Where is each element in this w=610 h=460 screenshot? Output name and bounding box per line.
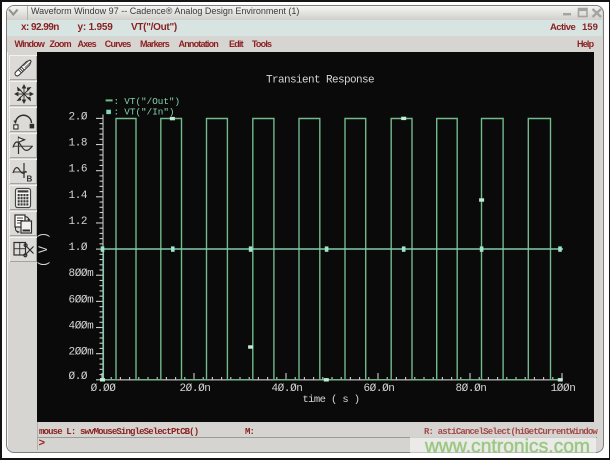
svg-text:VT("/In"): VT("/In") [124,107,174,118]
svg-text:8ØØm: 8ØØm [69,268,95,280]
svg-text:4Ø.Øn: 4Ø.Øn [271,383,302,395]
svg-text:1.8: 1.8 [69,138,88,150]
svg-text:www.cntronics.com: www.cntronics.com [424,437,590,458]
svg-text:B: B [26,175,32,184]
svg-text:2Ø.Øn: 2Ø.Øn [179,383,210,395]
svg-text:1.Ø: 1.Ø [69,242,88,254]
svg-text:1ØØn: 1ØØn [551,383,576,395]
svg-text:1.2: 1.2 [69,216,88,228]
svg-text:VT("/Out"): VT("/Out") [124,96,180,107]
svg-text:time ( s ): time ( s ) [302,394,359,406]
svg-text:6Ø.Øn: 6Ø.Øn [363,383,394,395]
svg-text::: : [114,107,120,118]
svg-text:Ø.Ø: Ø.Ø [69,371,88,383]
svg-text::: : [114,96,120,107]
svg-text:( V ): ( V ) [37,232,51,267]
svg-text:2.Ø: 2.Ø [69,111,88,123]
svg-text:1.4: 1.4 [69,190,88,202]
svg-text:8Ø.Øn: 8Ø.Øn [455,383,486,395]
svg-text:4ØØm: 4ØØm [69,321,95,333]
svg-text:Ø.ØØ: Ø.ØØ [91,383,117,395]
svg-text:2ØØm: 2ØØm [69,347,95,359]
svg-text:1.6: 1.6 [69,164,88,176]
svg-text:6ØØm: 6ØØm [69,294,95,306]
svg-text:Transient Response: Transient Response [266,75,374,87]
